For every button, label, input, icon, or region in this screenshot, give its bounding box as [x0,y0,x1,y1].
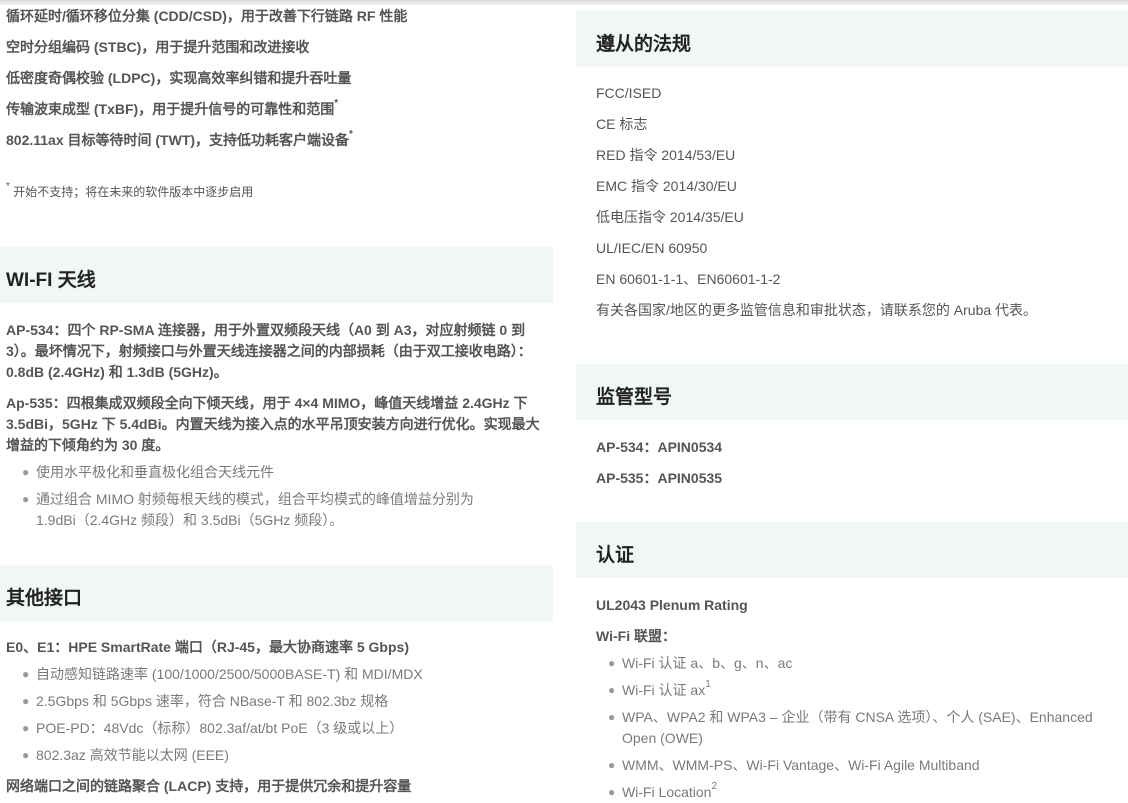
certs-section-header: 认证 [576,522,1128,578]
bullet-icon: ● [22,492,30,506]
list-item: ● WPA、WPA2 和 WPA3 – 企业（带有 CNSA 选项）、个人 (S… [608,709,1093,746]
compliance-heading: 遵从的法规 [596,34,692,55]
antenna-section-header: WI-FI 天线 [0,247,553,303]
list-item: CE 标志 [596,116,648,132]
list-item: ● 自动感知链路速率 (100/1000/2500/5000BASE-T) 和 … [22,664,542,685]
list-item: ● Wi-Fi 认证 a、b、g、n、ac [608,653,1123,674]
footnote-mark: * [334,98,339,110]
list-item: ● 使用水平极化和垂直极化组合天线元件 [22,462,542,483]
lacp-support: 网络端口之间的链路聚合 (LACP) 支持，用于提供冗余和提升容量 [6,778,412,794]
list-item: ● Wi-Fi Location2 [608,782,1123,801]
list-item: ● POE-PD：48Vdc（标称）802.3af/at/bt PoE（3 级或… [22,718,542,739]
bullet-icon: ● [608,710,616,724]
list-item: UL/IEC/EN 60950 [596,240,708,256]
list-item: RED 指令 2014/53/EU [596,147,736,163]
list-item: ● WMM、WMM-PS、Wi-Fi Vantage、Wi-Fi Agile M… [608,755,1123,776]
ap534-antenna-desc: AP-534：四个 RP-SMA 连接器，用于外置双频段天线（A0 到 A3，对… [6,322,532,380]
interfaces-heading: 其他接口 [6,588,83,609]
footnote-mark: * [349,129,353,141]
bullet-icon: ● [608,656,616,670]
model-ap534: AP-534：APIN0534 [596,439,723,455]
ap535-antenna-desc: Ap-535：四根集成双频段全向下倾天线，用于 4×4 MIMO，峰值天线增益 … [6,395,540,453]
list-item: 低电压指令 2014/35/EU [596,209,744,225]
feature-cdd: 循环延时/循环移位分集 (CDD/CSD)，用于改善下行链路 RF 性能 [6,8,408,24]
footnote: * 开始不支持；将在未来的软件版本中逐步启用 [6,181,254,200]
model-ap535: AP-535：APIN0535 [596,470,723,486]
superscript: 2 [711,781,718,793]
list-item: FCC/ISED [596,85,662,101]
list-item: ● Wi-Fi 认证 ax1 [608,680,1123,701]
bullet-icon: ● [22,748,30,762]
bullet-icon: ● [608,683,616,697]
ul-rating: UL2043 Plenum Rating [596,597,748,613]
bullet-icon: ● [608,758,616,772]
superscript: 1 [705,679,711,691]
bullet-icon: ● [22,694,30,708]
top-shadow-bar [0,0,1128,5]
compliance-note: 有关各国家/地区的更多监管信息和审批状态，请联系您的 Aruba 代表。 [596,302,1038,318]
wifi-alliance-label: Wi-Fi 联盟： [596,628,676,644]
list-item: EMC 指令 2014/30/EU [596,178,737,194]
list-item: ● 2.5Gbps 和 5Gbps 速率，符合 NBase-T 和 802.3b… [22,691,542,712]
bullet-icon: ● [22,667,30,681]
feature-twt: 802.11ax 目标等待时间 (TWT)，支持低功耗客户端设备* [6,129,353,148]
antenna-heading: WI-FI 天线 [6,270,96,291]
list-item: EN 60601-1-1、EN60601-1-2 [596,271,781,287]
compliance-section-header: 遵从的法规 [576,11,1128,67]
models-heading: 监管型号 [596,387,673,408]
feature-txbf: 传输波束成型 (TxBF)，用于提升信号的可靠性和范围* [6,98,339,117]
certs-heading: 认证 [596,545,635,566]
list-item: ● 802.3az 高效节能以太网 (EEE) [22,745,542,766]
feature-ldpc: 低密度奇偶校验 (LDPC)，实现高效率纠错和提升吞吐量 [6,70,352,86]
feature-stbc: 空时分组编码 (STBC)，用于提升范围和改进接收 [6,39,310,55]
bullet-icon: ● [608,785,616,799]
bullet-icon: ● [22,465,30,479]
smartrate-ports: E0、E1：HPE SmartRate 端口（RJ-45，最大协商速率 5 Gb… [6,639,409,655]
bullet-icon: ● [22,721,30,735]
models-section-header: 监管型号 [576,364,1128,420]
list-item: ● 通过组合 MIMO 射频每根天线的模式，组合平均模式的峰值增益分别为 1.9… [22,491,474,528]
interfaces-section-header: 其他接口 [0,565,553,621]
